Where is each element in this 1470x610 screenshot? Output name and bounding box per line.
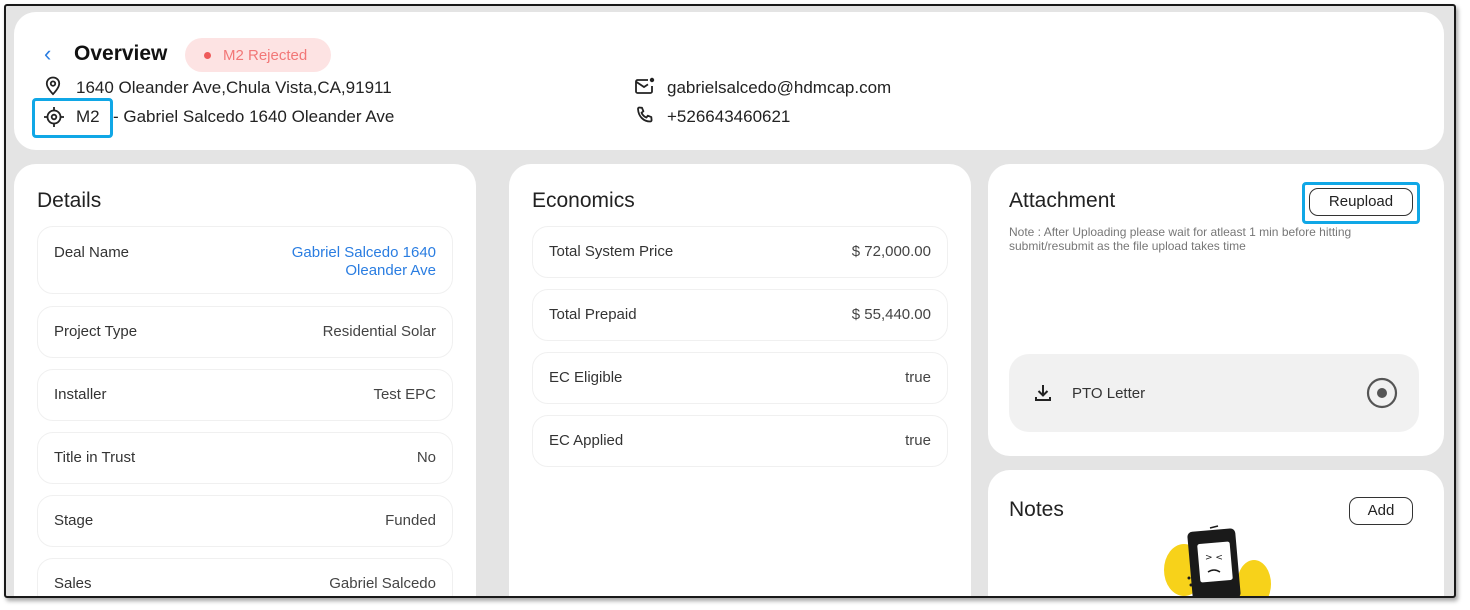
details-row-sales: Sales Gabriel Salcedo [37,558,453,596]
row-value: No [416,449,436,466]
svg-text:> <: > < [1205,553,1223,563]
milestone-code: M2 [76,107,100,126]
notes-title: Notes [1009,498,1064,521]
row-label: EC Applied [549,432,624,449]
details-row-deal-name: Deal Name Gabriel Salcedo 1640 Oleander … [37,226,453,294]
row-value: Residential Solar [322,323,436,340]
status-badge-label: M2 Rejected [223,47,308,64]
attachment-file-item[interactable]: PTO Letter [1009,354,1419,432]
row-label: EC Eligible [549,369,623,386]
location-pin-icon [45,76,61,96]
row-value: $ 72,000.00 [851,243,931,260]
target-icon [44,107,64,127]
details-row-title-in-trust: Title in Trust No [37,432,453,484]
add-note-button[interactable]: Add [1349,497,1413,525]
app-window: ‹ Overview M2 Rejected 1640 Oleander Ave… [4,4,1456,598]
row-value: Test EPC [373,386,436,403]
details-card: Details Deal Name Gabriel Salcedo 1640 O… [14,164,476,596]
row-label: Total System Price [549,243,674,260]
row-value: Gabriel Salcedo [329,575,436,592]
row-value: true [905,432,931,449]
upload-note: Note : After Uploading please wait for a… [1009,225,1352,253]
page-title: Overview [74,42,168,65]
overview-card: ‹ Overview M2 Rejected 1640 Oleander Ave… [14,12,1444,150]
row-value: Funded [385,512,436,529]
milestone-description: - Gabriel Salcedo 1640 Oleander Ave [113,107,395,126]
attachment-card: Attachment Reupload Note : After Uploadi… [988,164,1444,456]
details-title: Details [37,189,102,212]
email-text[interactable]: gabrielsalcedo@hdmcap.com [667,78,891,98]
economics-row-total-prepaid: Total Prepaid $ 55,440.00 [532,289,948,341]
attachment-file-name: PTO Letter [1072,385,1146,402]
row-label: Project Type [54,323,138,340]
economics-title: Economics [532,189,635,212]
mail-icon [635,77,655,94]
deal-name-link[interactable]: Gabriel Salcedo 1640 Oleander Ave [266,244,436,280]
row-label: Sales [54,575,92,592]
row-label: Title in Trust [54,449,136,466]
row-label: Installer [54,386,107,403]
economics-card: Economics Total System Price $ 72,000.00… [509,164,971,596]
empty-notes-illustration: > < [1164,525,1271,596]
status-badge: M2 Rejected [185,38,331,72]
row-label: Stage [54,512,94,529]
phone-icon [637,106,653,123]
economics-row-ec-applied: EC Applied true [532,415,948,467]
reupload-button[interactable]: Reupload [1309,188,1413,216]
details-row-project-type: Project Type Residential Solar [37,306,453,358]
status-dot-icon [204,52,211,59]
download-icon[interactable] [1033,383,1053,403]
attachment-title: Attachment [1009,189,1116,212]
row-value: $ 55,440.00 [851,306,931,323]
row-label: Deal Name [54,244,130,261]
row-value: true [905,369,931,386]
radio-icon[interactable] [1366,377,1398,409]
economics-row-ec-eligible: EC Eligible true [532,352,948,404]
notes-card: Notes Add > < [988,470,1444,596]
address-text: 1640 Oleander Ave,Chula Vista,CA,91911 [76,78,392,97]
details-row-installer: Installer Test EPC [37,369,453,421]
back-chevron-icon[interactable]: ‹ [44,43,51,65]
economics-row-total-system-price: Total System Price $ 72,000.00 [532,226,948,278]
phone-text[interactable]: +526643460621 [667,107,790,127]
details-row-stage: Stage Funded [37,495,453,547]
row-label: Total Prepaid [549,306,637,323]
